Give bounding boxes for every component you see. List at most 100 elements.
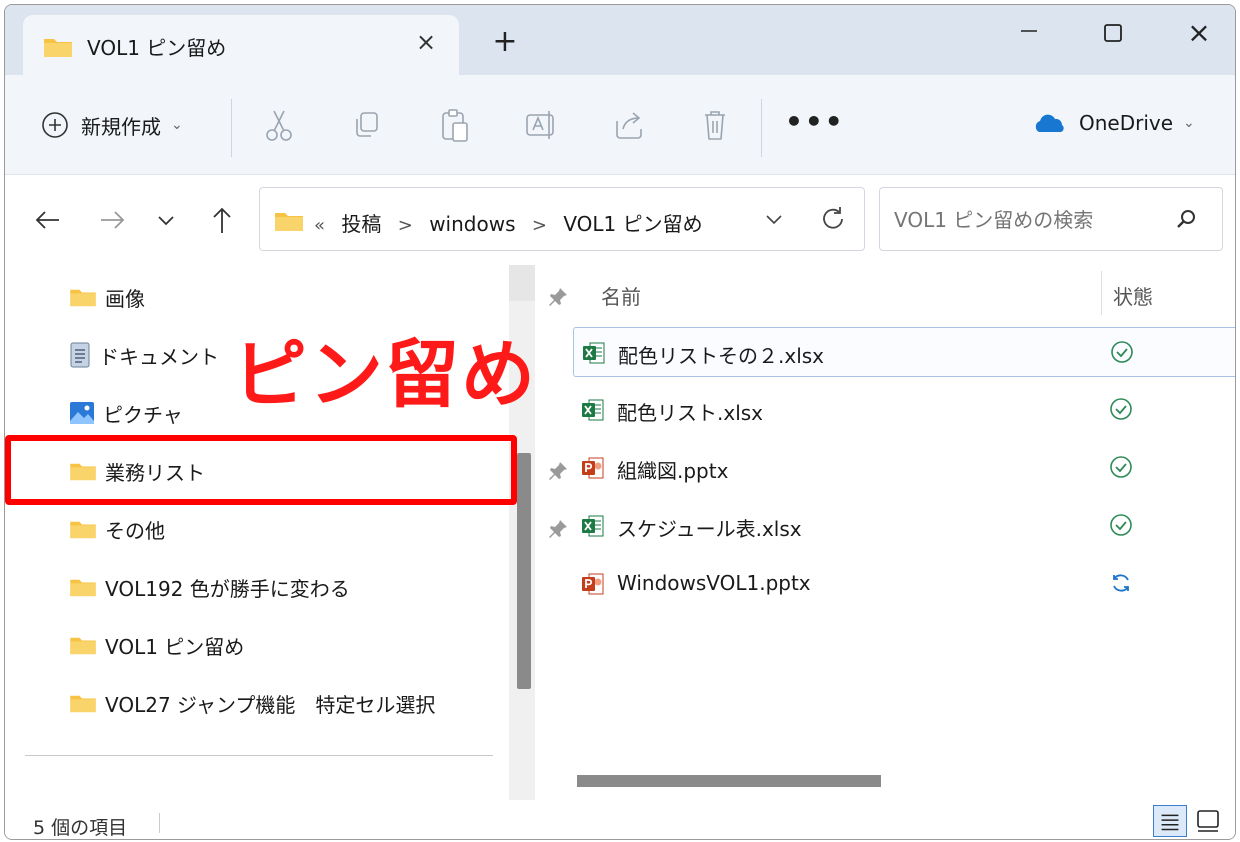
item-count: 5 個の項目	[33, 817, 128, 839]
sidebar-item-vol1[interactable]: VOL1 ピン留め	[69, 625, 509, 665]
breadcrumb: « 投稿 > windows > VOL1 ピン留め	[314, 208, 703, 237]
new-button[interactable]: 新規作成 ⌄	[41, 107, 183, 143]
more-options-button[interactable]: •••	[785, 105, 845, 138]
file-name: 配色リスト.xlsx	[617, 401, 764, 425]
annotation-label: ピン留め	[233, 332, 537, 418]
navigation-row: « 投稿 > windows > VOL1 ピン留め	[5, 175, 1235, 265]
command-bar: 新規作成 ⌄ ••• OneDrive ⌄	[5, 75, 1235, 175]
column-divider[interactable]	[1101, 271, 1102, 315]
folder-icon	[70, 521, 96, 539]
onedrive-cloud-icon	[1035, 114, 1064, 132]
folder-icon	[70, 695, 96, 713]
file-name: 組織図.pptx	[617, 459, 729, 483]
scrollbar-top	[509, 265, 535, 301]
new-button-label: 新規作成	[81, 114, 161, 139]
sidebar-item-label: ピクチャ	[103, 402, 183, 427]
tab-vol1[interactable]: VOL1 ピン留め ×	[23, 15, 459, 75]
sidebar-item-label: VOL1 ピン留め	[105, 634, 245, 659]
breadcrumb-overflow[interactable]: «	[314, 215, 325, 236]
breadcrumb-separator: >	[397, 215, 413, 236]
sidebar-item-vol27[interactable]: VOL27 ジャンプ機能 特定セル選択	[69, 683, 509, 723]
horizontal-scrollbar-thumb[interactable]	[577, 775, 881, 787]
address-bar[interactable]: « 投稿 > windows > VOL1 ピン留め	[259, 187, 865, 251]
folder-icon	[275, 213, 303, 231]
synced-check-icon	[1111, 341, 1133, 363]
file-name: WindowsVOL1.pptx	[617, 571, 811, 595]
annotation-highlight-box	[5, 435, 517, 505]
recent-locations-chevron-icon[interactable]	[149, 203, 183, 237]
syncing-icon	[1113, 574, 1129, 592]
toolbar-separator	[761, 99, 762, 157]
status-separator	[159, 813, 160, 833]
tiles-view-icon[interactable]	[1191, 805, 1225, 837]
status-bar: 5 個の項目	[5, 801, 1235, 839]
cut-icon[interactable]	[259, 105, 299, 145]
new-tab-button[interactable]: +	[491, 27, 519, 57]
file-row[interactable]: 配色リスト.xlsx	[573, 385, 1235, 435]
minimize-button[interactable]	[1009, 17, 1049, 53]
column-header-status[interactable]: 状態	[1113, 281, 1153, 310]
breadcrumb-item[interactable]: windows	[429, 212, 515, 236]
document-icon	[70, 342, 90, 368]
chevron-down-icon: ⌄	[1183, 115, 1195, 131]
forward-arrow-icon[interactable]	[95, 203, 129, 237]
sidebar-item-images[interactable]: 画像	[69, 277, 567, 317]
paste-icon[interactable]	[435, 105, 475, 145]
delete-icon[interactable]	[695, 105, 735, 145]
file-row[interactable]: スケジュール表.xlsx	[573, 501, 1235, 551]
folder-icon	[70, 289, 96, 307]
excel-file-icon	[582, 515, 604, 537]
file-name: 配色リストその２.xlsx	[618, 344, 825, 368]
sidebar-item-vol192[interactable]: VOL192 色が勝手に変わる	[69, 567, 509, 607]
synced-check-icon	[1110, 398, 1132, 420]
back-arrow-icon[interactable]	[31, 203, 65, 237]
breadcrumb-item[interactable]: 投稿	[341, 212, 381, 236]
folder-icon	[70, 637, 96, 655]
scrollbar-thumb[interactable]	[517, 453, 531, 689]
copy-icon[interactable]	[347, 105, 387, 145]
powerpoint-file-icon	[582, 457, 604, 479]
search-input[interactable]	[894, 208, 1164, 232]
folder-icon	[44, 39, 72, 57]
breadcrumb-separator: >	[531, 215, 547, 236]
pictures-icon	[70, 402, 94, 424]
search-box[interactable]	[879, 187, 1223, 251]
file-row[interactable]: WindowsVOL1.pptx	[573, 559, 1235, 609]
synced-check-icon	[1110, 456, 1132, 478]
excel-file-icon	[582, 399, 604, 421]
folder-icon	[70, 579, 96, 597]
share-icon[interactable]	[609, 105, 649, 145]
maximize-button[interactable]	[1093, 17, 1133, 53]
file-name: スケジュール表.xlsx	[617, 517, 802, 541]
toolbar-separator	[231, 99, 232, 157]
file-row[interactable]: 組織図.pptx	[573, 443, 1235, 493]
onedrive-button[interactable]: OneDrive ⌄	[1033, 111, 1195, 135]
powerpoint-file-icon	[582, 573, 604, 595]
chevron-down-icon[interactable]	[760, 206, 788, 234]
breadcrumb-item[interactable]: VOL1 ピン留め	[563, 212, 702, 236]
sidebar-item-other[interactable]: その他	[69, 509, 567, 549]
up-arrow-icon[interactable]	[205, 203, 239, 237]
sidebar-item-label: 画像	[105, 286, 145, 311]
column-header-name[interactable]: 名前	[601, 281, 641, 310]
file-explorer-window: VOL1 ピン留め × + × 新規作成 ⌄ ••• OneDrive ⌄ « …	[4, 4, 1236, 840]
file-list: 名前 状態 配色リストその２.xlsx 配色リスト.xlsx 組織図.pptx …	[547, 265, 1235, 800]
sidebar-item-label: VOL192 色が勝手に変わる	[105, 576, 350, 601]
plus-circle-icon	[42, 112, 68, 138]
rename-icon[interactable]	[521, 105, 561, 145]
excel-file-icon	[583, 342, 605, 364]
tab-title: VOL1 ピン留め	[87, 36, 227, 60]
synced-check-icon	[1110, 514, 1132, 536]
onedrive-label: OneDrive	[1079, 111, 1174, 135]
tab-close-button[interactable]: ×	[413, 29, 439, 55]
file-row[interactable]: 配色リストその２.xlsx	[573, 327, 1235, 377]
close-window-button[interactable]: ×	[1179, 17, 1219, 53]
details-view-icon[interactable]	[1153, 805, 1187, 837]
refresh-icon[interactable]	[818, 204, 848, 234]
sidebar-item-label: その他	[105, 518, 165, 543]
sidebar-item-label: VOL27 ジャンプ機能 特定セル選択	[105, 692, 436, 717]
title-bar: VOL1 ピン留め × + ×	[5, 5, 1235, 75]
sidebar-item-label: ドキュメント	[99, 344, 219, 369]
search-icon	[1177, 210, 1195, 228]
chevron-down-icon: ⌄	[171, 117, 183, 133]
